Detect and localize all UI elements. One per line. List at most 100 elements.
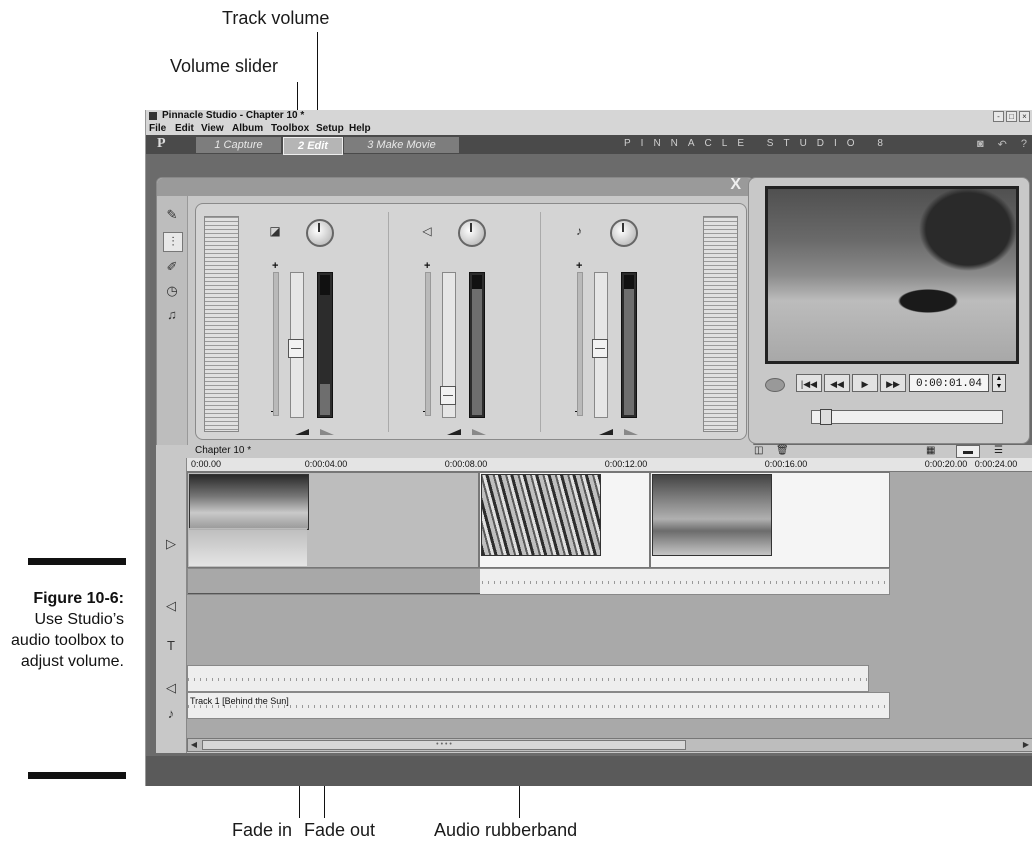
- audio-mixer-icon[interactable]: ⫶: [163, 232, 183, 252]
- ruler-tick: 0:00:12.00: [604, 459, 648, 469]
- meter-level: [320, 384, 330, 415]
- brand-text: PINNACLE STUDIO 8: [624, 138, 893, 149]
- volume-slider-thumb[interactable]: [440, 386, 456, 405]
- music-track-label: Track 1 [Behind the Sun]: [190, 696, 289, 706]
- menu-setup[interactable]: Setup: [316, 122, 344, 135]
- rewind-button[interactable]: ◀◀: [824, 374, 850, 392]
- clip-thumbnail-fade: [189, 528, 307, 566]
- original-audio-track[interactable]: [187, 568, 890, 595]
- undo-icon[interactable]: ↶: [998, 138, 1007, 151]
- video-track-icon[interactable]: ▷: [162, 536, 180, 552]
- level-meter: [317, 272, 333, 418]
- help-icon[interactable]: ◙: [977, 138, 984, 151]
- title-track-icon[interactable]: T: [162, 638, 180, 654]
- sound-effect-track[interactable]: [187, 665, 869, 692]
- timeline-scrollbar[interactable]: ◀ • • • • ▶: [187, 738, 1032, 752]
- maximize-button[interactable]: □: [1006, 111, 1017, 122]
- channel-divider: [540, 212, 541, 432]
- scrubber-bar[interactable]: [811, 409, 1003, 425]
- track-header-column: ▷ ◁ T ◁ ♪: [156, 458, 187, 753]
- storyboard-view-icon[interactable]: ▦: [926, 445, 935, 456]
- speaker-icon: ◁: [422, 224, 432, 238]
- scrubber-thumb[interactable]: [820, 409, 832, 425]
- volume-scale: [273, 272, 279, 416]
- window-controls: - □ ×: [993, 111, 1030, 122]
- figure-text: Use Studio’s audio toolbox to adjust vol…: [11, 611, 124, 670]
- meter-peak: [320, 275, 330, 295]
- channel-divider: [388, 212, 389, 432]
- timecode-display[interactable]: 0:00:01.04: [909, 374, 989, 392]
- fade-out-button[interactable]: [624, 429, 638, 435]
- meter-level: [624, 289, 634, 415]
- music-icon[interactable]: ♫: [163, 306, 181, 324]
- toolbox-close-button[interactable]: X: [730, 176, 741, 194]
- go-to-start-button[interactable]: |◀◀: [796, 374, 822, 392]
- volume-slider-thumb[interactable]: [288, 339, 304, 358]
- figure-label: Figure 10-6:: [33, 590, 124, 607]
- volume-slider[interactable]: [592, 272, 608, 418]
- tab-bar-icons: ◙ ↶ ?: [977, 138, 1027, 151]
- fade-out-button[interactable]: [320, 429, 334, 435]
- menu-edit[interactable]: Edit: [175, 122, 194, 135]
- volume-slider[interactable]: [440, 272, 456, 418]
- window-title: Pinnacle Studio - Chapter 10 *: [162, 110, 305, 121]
- fade-in-button[interactable]: [599, 429, 613, 435]
- clip-thumbnail: [481, 474, 601, 556]
- dvd-icon[interactable]: [765, 378, 785, 392]
- menu-file[interactable]: File: [149, 122, 166, 135]
- audio-track-icon[interactable]: ◁: [162, 598, 180, 614]
- level-meter: [469, 272, 485, 418]
- minimize-button[interactable]: -: [993, 111, 1004, 122]
- tab-make-movie[interactable]: 3 Make Movie: [344, 137, 459, 153]
- track-area: Track 1 [Behind the Sun]: [187, 472, 1032, 738]
- video-clip[interactable]: [650, 472, 890, 568]
- text-view-icon[interactable]: ☰: [994, 445, 1003, 456]
- question-icon[interactable]: ?: [1021, 138, 1027, 151]
- volume-plus-mark: +: [272, 260, 279, 272]
- fade-out-button[interactable]: [472, 429, 486, 435]
- volume-scale: [577, 272, 583, 416]
- volume-slider-thumb[interactable]: [592, 339, 608, 358]
- fast-forward-button[interactable]: ▶▶: [880, 374, 906, 392]
- project-name: Chapter 10 *: [195, 445, 252, 456]
- tab-capture[interactable]: 1 Capture: [196, 137, 281, 153]
- callout-fade-out: Fade out: [304, 820, 376, 840]
- callout-audio-rubberband: Audio rubberband: [434, 820, 578, 840]
- ruler-tick: 0:00:24.00: [974, 459, 1018, 469]
- camera-icon: ◪: [269, 224, 281, 238]
- track-volume-knob[interactable]: [306, 219, 334, 247]
- music-track[interactable]: Track 1 [Behind the Sun]: [187, 692, 890, 719]
- menu-help[interactable]: Help: [349, 122, 371, 135]
- track-volume-knob[interactable]: [458, 219, 486, 247]
- split-clip-icon[interactable]: ◫: [754, 445, 763, 456]
- time-ruler[interactable]: 0:00.00 0:00:04.00 0:00:08.00 0:00:12.00…: [186, 458, 1032, 472]
- status-bar: [146, 756, 1032, 786]
- track-volume-knob[interactable]: [610, 219, 638, 247]
- menu-toolbox[interactable]: Toolbox: [271, 122, 309, 135]
- menu-view[interactable]: View: [201, 122, 224, 135]
- trash-icon[interactable]: 🗑: [776, 445, 789, 456]
- video-clip[interactable]: [187, 472, 479, 568]
- timeline-view-icon[interactable]: ▬: [956, 445, 980, 458]
- scroll-left-arrow[interactable]: ◀: [189, 740, 199, 750]
- channel-background-music: ♪ +: [542, 204, 692, 439]
- menu-album[interactable]: Album: [232, 122, 263, 135]
- scroll-right-arrow[interactable]: ▶: [1021, 740, 1031, 750]
- volume-scale: [425, 272, 431, 416]
- voice-over-icon[interactable]: ✐: [163, 258, 181, 276]
- audio-rubberband[interactable]: [188, 569, 480, 594]
- fade-in-button[interactable]: [447, 429, 461, 435]
- sound-effect-track-icon[interactable]: ◁: [162, 680, 180, 696]
- timecode-spinner[interactable]: ▲ ▼: [992, 374, 1006, 392]
- play-button[interactable]: ▶: [852, 374, 878, 392]
- video-tool-icon[interactable]: ✎: [163, 206, 181, 224]
- close-button[interactable]: ×: [1019, 111, 1030, 122]
- video-clip[interactable]: [479, 472, 650, 568]
- clip-thumbnail: [652, 474, 772, 556]
- tab-edit[interactable]: 2 Edit: [283, 137, 343, 155]
- scrollbar-thumb[interactable]: • • • •: [202, 740, 686, 750]
- timer-icon[interactable]: ◷: [163, 282, 181, 300]
- volume-slider[interactable]: [288, 272, 304, 418]
- music-track-icon[interactable]: ♪: [162, 706, 180, 722]
- fade-in-button[interactable]: [295, 429, 309, 435]
